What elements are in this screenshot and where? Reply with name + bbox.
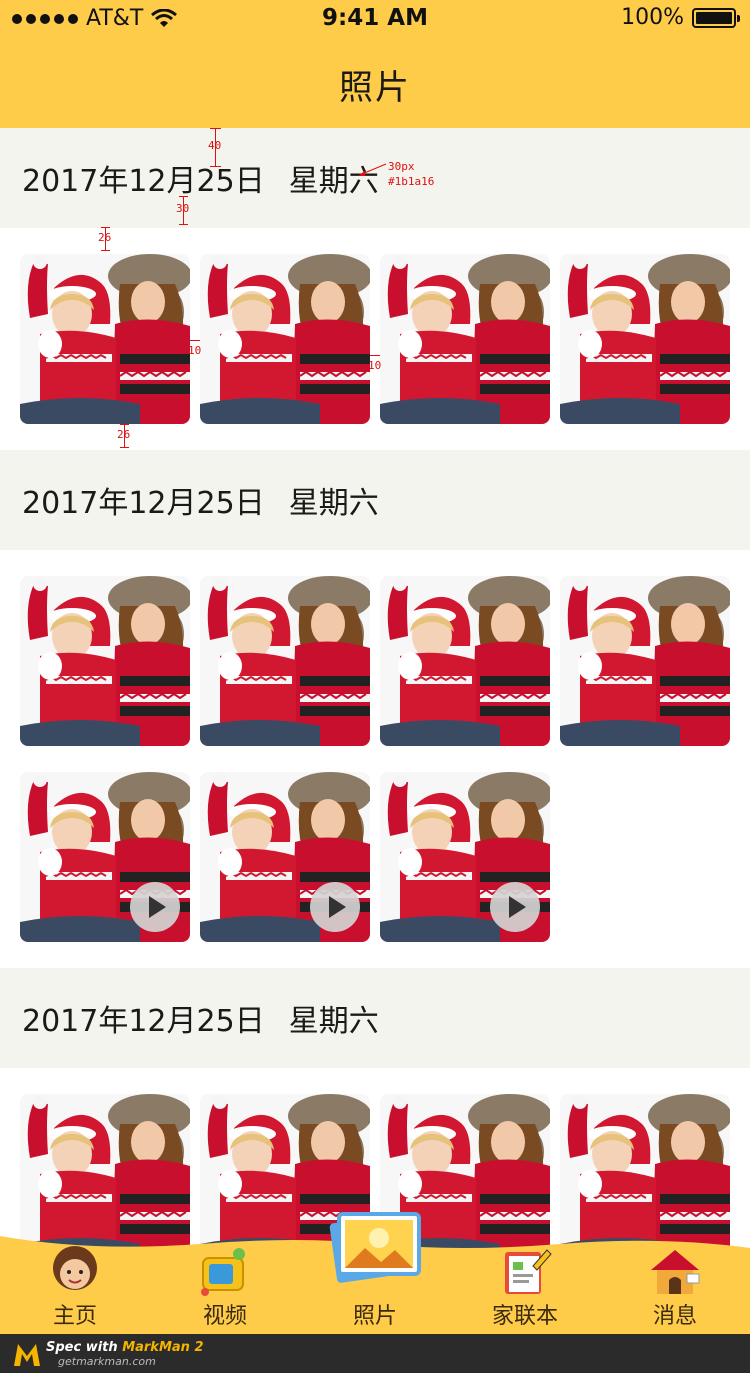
video-tv-icon (197, 1244, 253, 1300)
photo-thumbnail[interactable] (200, 254, 370, 424)
date-label: 2017年12月25日 (22, 486, 265, 521)
photo-image (380, 254, 550, 424)
spacing-label-26-top: 26 (98, 231, 112, 244)
footer-url: getmarkman.com (58, 1355, 156, 1368)
play-icon[interactable] (130, 882, 180, 932)
nav-bar: 照片 (0, 40, 750, 128)
status-right: 100% (621, 5, 740, 30)
photo-thumbnail[interactable] (560, 254, 730, 424)
video-thumbnail[interactable] (200, 772, 370, 942)
tab-notebook[interactable]: 家联本 (450, 1230, 600, 1334)
photo-thumbnail[interactable] (200, 576, 370, 746)
play-icon[interactable] (490, 882, 540, 932)
message-house-icon (647, 1244, 703, 1300)
tab-video[interactable]: 视频 (150, 1230, 300, 1334)
weekday-label: 星期六 (288, 1004, 379, 1039)
photo-image (20, 576, 190, 746)
photo-thumbnail[interactable] (380, 576, 550, 746)
date-label: 2017年12月25日 (22, 164, 265, 199)
photo-image (560, 254, 730, 424)
photo-thumbnail[interactable] (20, 576, 190, 746)
play-icon[interactable] (310, 882, 360, 932)
tab-label: 消息 (652, 1304, 697, 1329)
photo-grid (0, 550, 750, 968)
photo-image (380, 576, 550, 746)
status-bar: AT&T 9:41 AM 100% (0, 0, 750, 40)
markman-logo-icon (14, 1344, 40, 1366)
tab-messages[interactable]: 消息 (600, 1230, 750, 1334)
notebook-icon (497, 1244, 553, 1300)
battery-icon (692, 7, 740, 28)
date-header: 2017年12月25日 星期六 (0, 450, 750, 550)
video-thumbnail[interactable] (380, 772, 550, 942)
home-avatar-icon (47, 1244, 103, 1300)
font-color-annotation: #1b1a16 (388, 175, 435, 188)
annotation-arrow-icon (358, 163, 387, 176)
photo-image (20, 254, 190, 424)
photo-thumbnail[interactable] (380, 254, 550, 424)
spacing-label-30: 30 (176, 202, 190, 215)
tab-label: 家联本 (491, 1304, 558, 1329)
markman-footer: Spec with MarkMan 2 getmarkman.com (0, 1334, 750, 1373)
tab-bar: 主页 视频 照片 家联本 消息 (0, 1212, 750, 1334)
date-label: 2017年12月25日 (22, 1004, 265, 1039)
gap-label-10-b: 10 (368, 359, 382, 372)
font-size-annotation: 30px (388, 160, 415, 173)
tab-home[interactable]: 主页 (0, 1230, 150, 1334)
photo-image (200, 576, 370, 746)
spacing-label-40: 40 (208, 139, 222, 152)
tab-label: 视频 (202, 1304, 247, 1329)
photo-feed: 2017年12月25日 星期六 2017年12月25日 星期六 2017年12月25日星… (0, 128, 750, 1290)
photo-image (200, 254, 370, 424)
gap-label-10-a: 10 (188, 344, 202, 357)
photo-thumbnail[interactable] (560, 576, 730, 746)
tab-label: 照片 (352, 1304, 397, 1329)
tab-photos[interactable]: 照片 (300, 1212, 450, 1334)
weekday-label: 星期六 (288, 486, 379, 521)
battery-percent: 100% (621, 5, 684, 30)
spacing-label-26-bottom: 26 (117, 428, 131, 441)
photo-image (560, 576, 730, 746)
photo-frame-icon (325, 1204, 425, 1286)
video-thumbnail[interactable] (20, 772, 190, 942)
photo-grid (0, 228, 750, 450)
page-title: 照片 (339, 67, 411, 108)
date-header: 2017年12月25日 星期六 (0, 968, 750, 1068)
photo-thumbnail[interactable] (20, 254, 190, 424)
tab-label: 主页 (52, 1304, 97, 1329)
footer-brand: Spec with MarkMan 2 (46, 1340, 204, 1355)
